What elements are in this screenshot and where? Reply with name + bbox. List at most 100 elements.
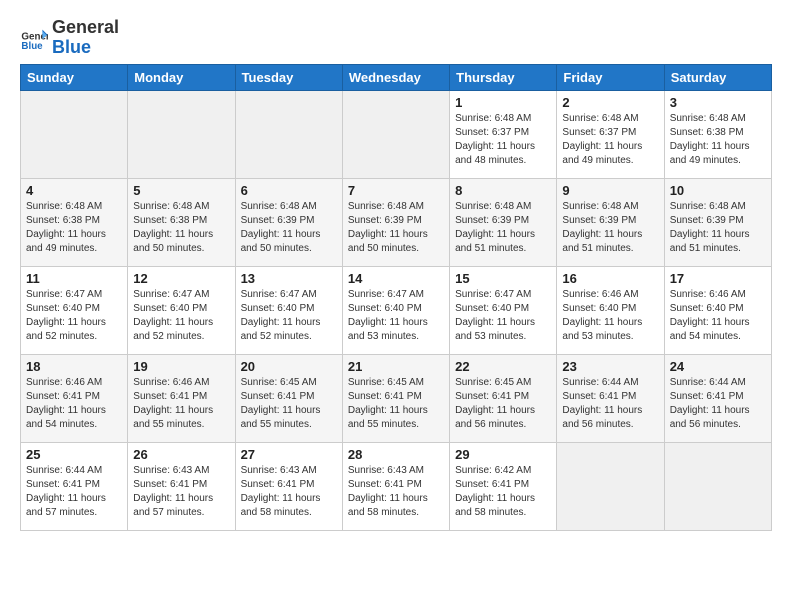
calendar-cell: 23 Sunrise: 6:44 AM Sunset: 6:41 PM Dayli… [557,354,664,442]
calendar-cell: 28Sunrise: 6:43 AM Sunset: 6:41 PM Dayli… [342,442,449,530]
day-number: 21 [348,359,444,374]
calendar-cell: 22 Sunrise: 6:45 AM Sunset: 6:41 PM Dayli… [450,354,557,442]
day-number: 27 [241,447,337,462]
day-number: 19 [133,359,229,374]
calendar-week-row: 11 Sunrise: 6:47 AM Sunset: 6:40 PM Dayli… [21,266,772,354]
day-number: 10 [670,183,766,198]
day-number: 23 [562,359,658,374]
calendar-cell: 24 Sunrise: 6:44 AM Sunset: 6:41 PM Dayli… [664,354,771,442]
day-info: Sunrise: 6:46 AM Sunset: 6:41 PM Dayligh… [26,376,122,432]
day-number: 9 [562,183,658,198]
day-info: Sunrise: 6:43 AM Sunset: 6:41 PM Dayligh… [241,464,337,520]
calendar-week-row: 1 Sunrise: 6:48 AM Sunset: 6:37 PM Daylig… [21,90,772,178]
calendar-cell: 4 Sunrise: 6:48 AM Sunset: 6:38 PM Daylig… [21,178,128,266]
logo-blue-text: Blue [52,38,119,58]
day-info: Sunrise: 6:48 AM Sunset: 6:38 PM Dayligh… [670,112,766,168]
day-info: Sunrise: 6:46 AM Sunset: 6:40 PM Dayligh… [670,288,766,344]
calendar-cell: 19 Sunrise: 6:46 AM Sunset: 6:41 PM Dayli… [128,354,235,442]
logo-icon: General Blue [20,24,48,52]
day-number: 22 [455,359,551,374]
day-info: Sunrise: 6:44 AM Sunset: 6:41 PM Dayligh… [562,376,658,432]
calendar-cell [235,90,342,178]
calendar-day-header: Tuesday [235,64,342,90]
svg-text:Blue: Blue [21,41,43,52]
day-number: 14 [348,271,444,286]
day-info: Sunrise: 6:48 AM Sunset: 6:37 PM Dayligh… [562,112,658,168]
day-number: 15 [455,271,551,286]
calendar-day-header: Saturday [664,64,771,90]
day-number: 25 [26,447,122,462]
calendar-cell: 8Sunrise: 6:48 AM Sunset: 6:39 PM Daylig… [450,178,557,266]
calendar-cell: 16 Sunrise: 6:46 AM Sunset: 6:40 PM Dayli… [557,266,664,354]
calendar-cell: 11 Sunrise: 6:47 AM Sunset: 6:40 PM Dayli… [21,266,128,354]
day-number: 26 [133,447,229,462]
day-info: Sunrise: 6:47 AM Sunset: 6:40 PM Dayligh… [455,288,551,344]
calendar-day-header: Sunday [21,64,128,90]
calendar-cell: 6Sunrise: 6:48 AM Sunset: 6:39 PM Daylig… [235,178,342,266]
day-number: 4 [26,183,122,198]
day-info: Sunrise: 6:48 AM Sunset: 6:38 PM Dayligh… [133,200,229,256]
calendar-cell: 17 Sunrise: 6:46 AM Sunset: 6:40 PM Dayli… [664,266,771,354]
day-info: Sunrise: 6:45 AM Sunset: 6:41 PM Dayligh… [241,376,337,432]
day-info: Sunrise: 6:47 AM Sunset: 6:40 PM Dayligh… [241,288,337,344]
calendar-cell: 12 Sunrise: 6:47 AM Sunset: 6:40 PM Dayli… [128,266,235,354]
calendar-week-row: 18 Sunrise: 6:46 AM Sunset: 6:41 PM Dayli… [21,354,772,442]
logo-general-text: General [52,18,119,38]
calendar-cell: 14 Sunrise: 6:47 AM Sunset: 6:40 PM Dayli… [342,266,449,354]
day-info: Sunrise: 6:48 AM Sunset: 6:39 PM Dayligh… [241,200,337,256]
calendar-cell: 13 Sunrise: 6:47 AM Sunset: 6:40 PM Dayli… [235,266,342,354]
calendar-day-header: Monday [128,64,235,90]
day-info: Sunrise: 6:44 AM Sunset: 6:41 PM Dayligh… [670,376,766,432]
calendar-cell: 7 Sunrise: 6:48 AM Sunset: 6:39 PM Daylig… [342,178,449,266]
calendar-cell: 2Sunrise: 6:48 AM Sunset: 6:37 PM Daylig… [557,90,664,178]
day-info: Sunrise: 6:43 AM Sunset: 6:41 PM Dayligh… [348,464,444,520]
day-info: Sunrise: 6:42 AM Sunset: 6:41 PM Dayligh… [455,464,551,520]
day-info: Sunrise: 6:48 AM Sunset: 6:37 PM Dayligh… [455,112,551,168]
calendar-cell [342,90,449,178]
calendar-cell: 1 Sunrise: 6:48 AM Sunset: 6:37 PM Daylig… [450,90,557,178]
day-number: 13 [241,271,337,286]
calendar-cell [128,90,235,178]
calendar-cell: 9Sunrise: 6:48 AM Sunset: 6:39 PM Daylig… [557,178,664,266]
day-info: Sunrise: 6:44 AM Sunset: 6:41 PM Dayligh… [26,464,122,520]
calendar-cell [664,442,771,530]
calendar-day-header: Thursday [450,64,557,90]
calendar-cell: 20 Sunrise: 6:45 AM Sunset: 6:41 PM Dayli… [235,354,342,442]
calendar-day-header: Wednesday [342,64,449,90]
calendar-cell [21,90,128,178]
day-number: 11 [26,271,122,286]
calendar-header-row: SundayMondayTuesdayWednesdayThursdayFrid… [21,64,772,90]
day-info: Sunrise: 6:45 AM Sunset: 6:41 PM Dayligh… [348,376,444,432]
day-info: Sunrise: 6:43 AM Sunset: 6:41 PM Dayligh… [133,464,229,520]
calendar-cell [557,442,664,530]
day-info: Sunrise: 6:45 AM Sunset: 6:41 PM Dayligh… [455,376,551,432]
calendar-week-row: 25 Sunrise: 6:44 AM Sunset: 6:41 PM Dayli… [21,442,772,530]
day-info: Sunrise: 6:46 AM Sunset: 6:41 PM Dayligh… [133,376,229,432]
calendar-cell: 5 Sunrise: 6:48 AM Sunset: 6:38 PM Daylig… [128,178,235,266]
day-number: 1 [455,95,551,110]
day-number: 17 [670,271,766,286]
calendar-cell: 26 Sunrise: 6:43 AM Sunset: 6:41 PM Dayli… [128,442,235,530]
day-info: Sunrise: 6:48 AM Sunset: 6:39 PM Dayligh… [670,200,766,256]
day-info: Sunrise: 6:47 AM Sunset: 6:40 PM Dayligh… [133,288,229,344]
calendar-cell: 27 Sunrise: 6:43 AM Sunset: 6:41 PM Dayli… [235,442,342,530]
day-info: Sunrise: 6:46 AM Sunset: 6:40 PM Dayligh… [562,288,658,344]
header: General Blue General Blue [20,18,772,58]
calendar-week-row: 4 Sunrise: 6:48 AM Sunset: 6:38 PM Daylig… [21,178,772,266]
calendar-cell: 15 Sunrise: 6:47 AM Sunset: 6:40 PM Dayli… [450,266,557,354]
day-number: 5 [133,183,229,198]
day-info: Sunrise: 6:48 AM Sunset: 6:39 PM Dayligh… [348,200,444,256]
day-number: 7 [348,183,444,198]
day-info: Sunrise: 6:48 AM Sunset: 6:38 PM Dayligh… [26,200,122,256]
day-number: 29 [455,447,551,462]
day-number: 16 [562,271,658,286]
day-info: Sunrise: 6:47 AM Sunset: 6:40 PM Dayligh… [26,288,122,344]
page: General Blue General Blue SundayMondayTu… [0,0,792,612]
day-number: 20 [241,359,337,374]
day-info: Sunrise: 6:47 AM Sunset: 6:40 PM Dayligh… [348,288,444,344]
day-number: 18 [26,359,122,374]
day-number: 12 [133,271,229,286]
day-info: Sunrise: 6:48 AM Sunset: 6:39 PM Dayligh… [455,200,551,256]
calendar-cell: 3Sunrise: 6:48 AM Sunset: 6:38 PM Daylig… [664,90,771,178]
day-number: 24 [670,359,766,374]
